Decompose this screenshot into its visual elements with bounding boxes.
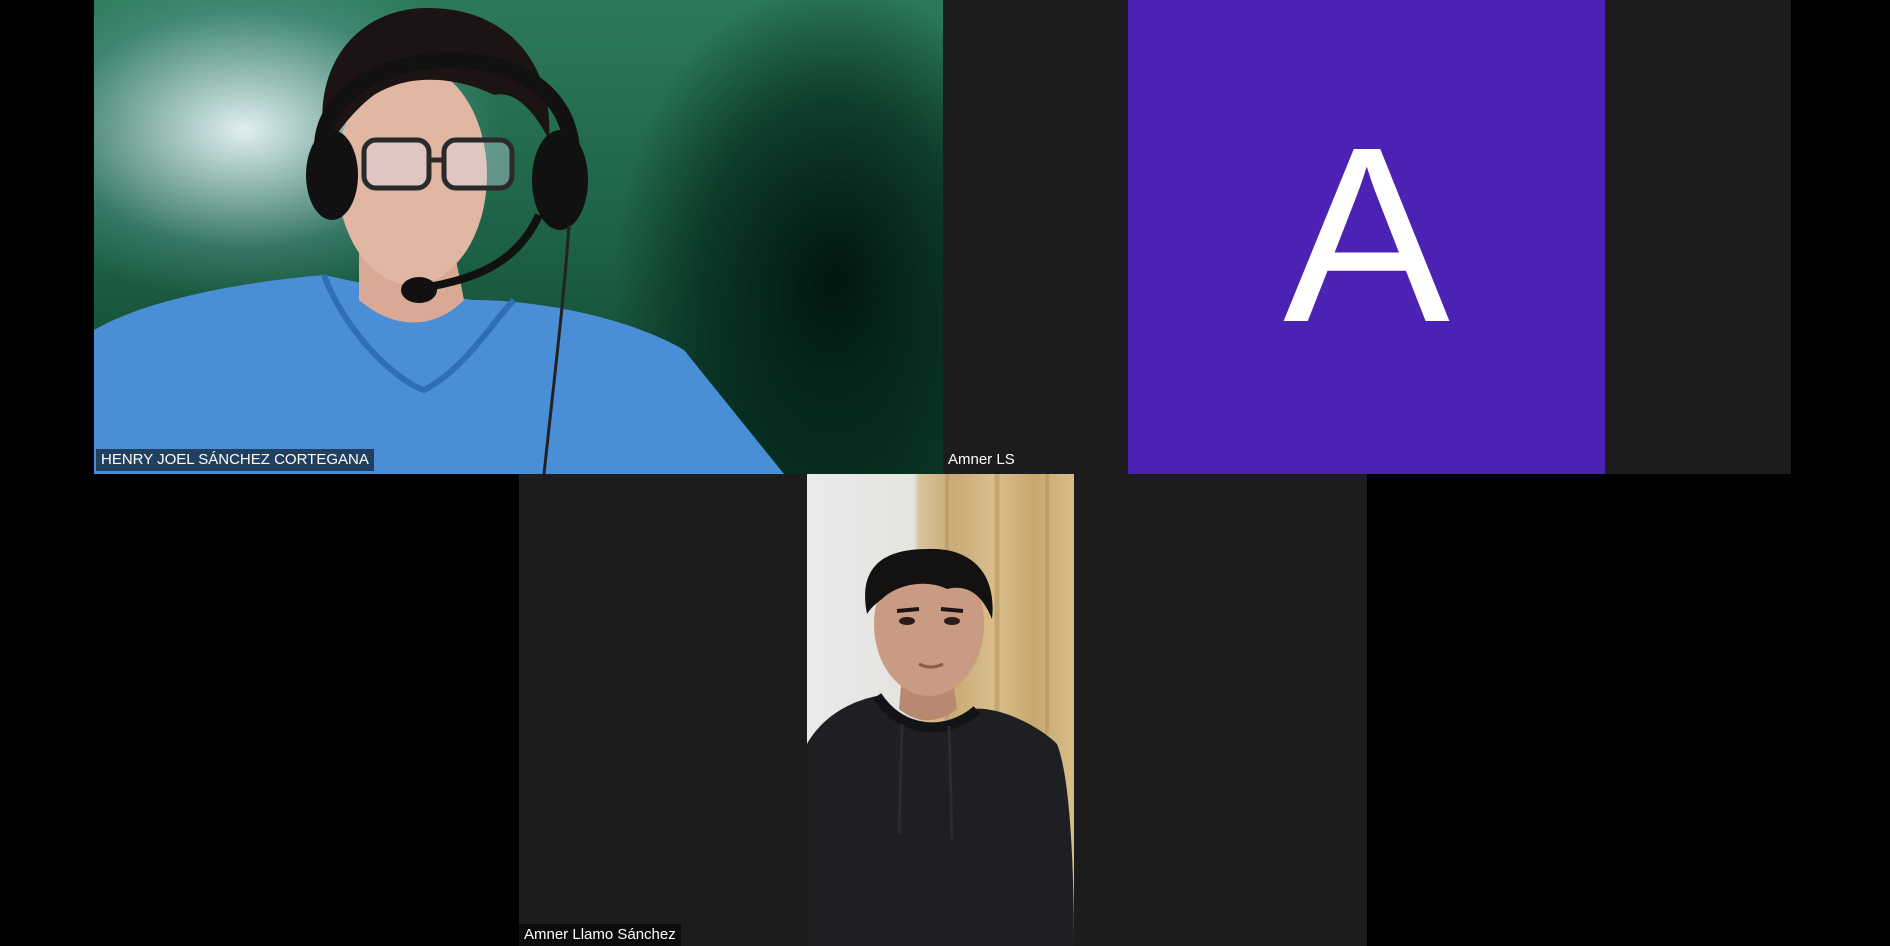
participant-video-feed [807,474,1074,946]
participant-video [807,474,1074,946]
avatar-initial: A [1283,95,1450,374]
participant-tile-amner-ls[interactable]: A Amner LS [943,0,1791,474]
participant-video-feed [94,7,784,474]
participant-name-label: HENRY JOEL SÁNCHEZ CORTEGANA [96,449,374,471]
participant-tile-henry[interactable]: HENRY JOEL SÁNCHEZ CORTEGANA [94,0,943,474]
avatar: A [1128,0,1605,474]
participant-name-label: Amner LS [948,451,1015,468]
participant-tile-amner-llamo[interactable]: Amner Llamo Sánchez [519,474,1367,946]
meeting-gallery: HENRY JOEL SÁNCHEZ CORTEGANA A Amner LS [0,0,1890,946]
participant-name-label: Amner Llamo Sánchez [519,924,681,946]
